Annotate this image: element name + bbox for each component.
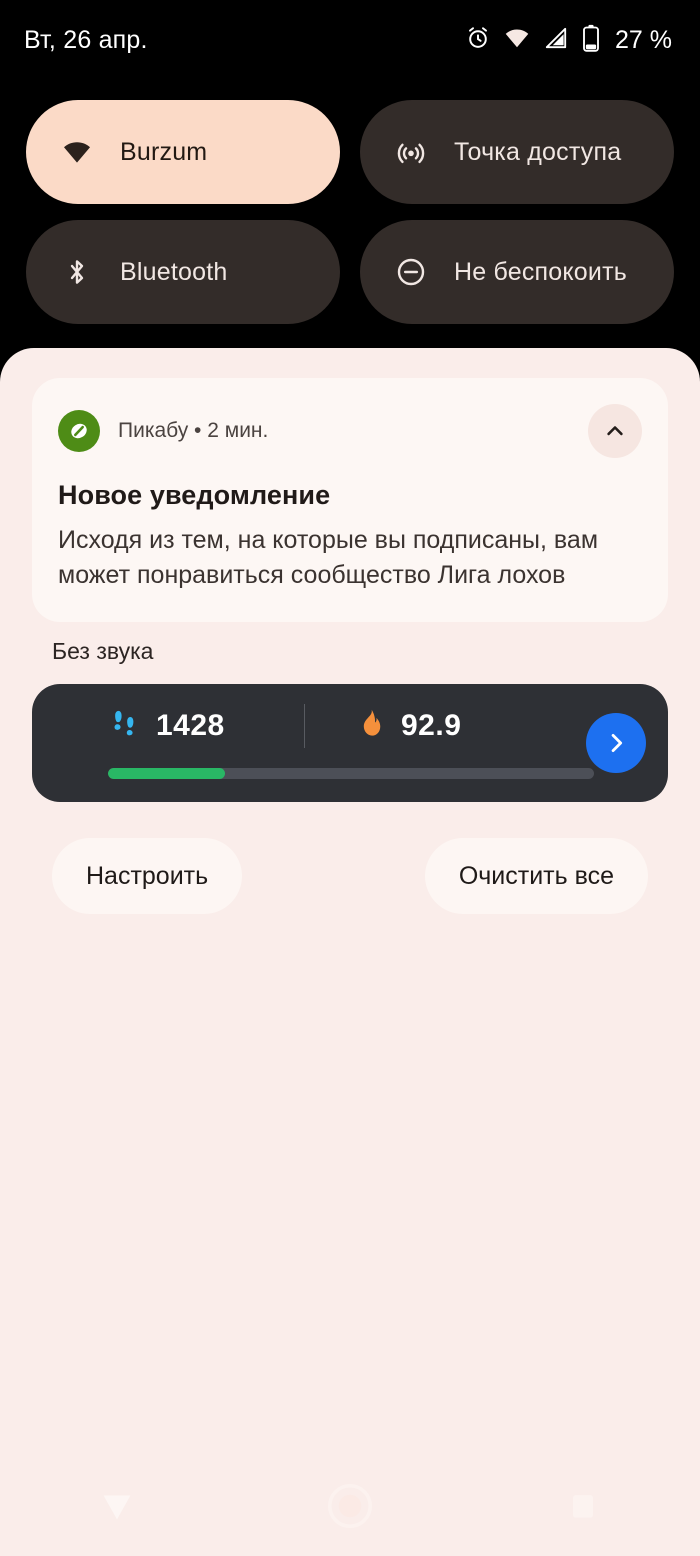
notification-body: Исходя из тем, на которые вы подписаны, … xyxy=(58,526,599,589)
notification-meta: Пикабу • 2 мин. xyxy=(118,419,269,442)
nav-back-button[interactable] xyxy=(72,1463,162,1553)
fitness-calories: 92.9 xyxy=(305,708,461,745)
qs-tile-label: Точка доступа xyxy=(454,137,622,166)
hotspot-icon xyxy=(394,135,428,169)
home-circle-icon xyxy=(323,1479,377,1538)
status-date: Вт, 26 апр. xyxy=(24,25,148,54)
notification-shade: Пикабу • 2 мин. Новое уведомление Исходя… xyxy=(0,348,700,1556)
qs-tile-hotspot[interactable]: Точка доступа xyxy=(360,100,674,204)
status-bar: Вт, 26 апр. 27 % xyxy=(0,0,700,80)
quick-settings-grid: Burzum Точка доступа Bluetooth Не беспок… xyxy=(0,100,700,324)
qs-tile-label: Burzum xyxy=(120,137,208,166)
silent-section-label: Без звука xyxy=(52,638,154,664)
fitness-open-button[interactable] xyxy=(586,713,646,773)
wifi-icon xyxy=(60,135,94,169)
nav-recents-button[interactable] xyxy=(538,1463,628,1553)
recents-square-icon xyxy=(563,1486,603,1531)
notification-collapse-button[interactable] xyxy=(588,404,642,458)
flame-icon xyxy=(357,708,385,745)
footsteps-icon xyxy=(110,707,140,746)
fitness-steps: 1428 xyxy=(54,707,304,746)
fitness-stats-row: 1428 92.9 xyxy=(54,684,646,762)
fitness-calories-value: 92.9 xyxy=(401,709,462,742)
qs-tile-bluetooth[interactable]: Bluetooth xyxy=(26,220,340,324)
fitness-progress-bar xyxy=(108,768,594,779)
manage-notifications-button[interactable]: Настроить xyxy=(52,838,243,914)
back-triangle-icon xyxy=(94,1483,140,1534)
qs-tile-wifi[interactable]: Burzum xyxy=(26,100,340,204)
notification-card[interactable]: Пикабу • 2 мин. Новое уведомление Исходя… xyxy=(32,378,668,622)
fitness-progress-fill xyxy=(108,768,225,779)
wifi-icon xyxy=(503,25,531,56)
fitness-steps-value: 1428 xyxy=(156,709,225,742)
notification-title: Новое уведомление xyxy=(58,480,331,510)
bluetooth-icon xyxy=(60,255,94,289)
navigation-bar xyxy=(0,1460,700,1556)
fitness-widget[interactable]: 1428 92.9 xyxy=(32,684,668,802)
notification-header: Пикабу • 2 мин. xyxy=(58,404,642,458)
alarm-icon xyxy=(465,25,491,56)
qs-tile-do-not-disturb[interactable]: Не беспокоить xyxy=(360,220,674,324)
status-icon-group: 27 % xyxy=(465,24,672,57)
qs-tile-label: Не беспокоить xyxy=(454,257,627,286)
qs-tile-label: Bluetooth xyxy=(120,257,228,286)
do-not-disturb-icon xyxy=(394,255,428,289)
cell-signal-icon xyxy=(543,25,569,56)
pikabu-logo-icon xyxy=(58,410,100,452)
battery-icon xyxy=(581,24,601,57)
battery-percent-label: 27 % xyxy=(615,25,672,54)
clear-all-button[interactable]: Очистить все xyxy=(424,838,648,914)
phone-screen: Вт, 26 апр. 27 % Burzum Точка доступа Bl… xyxy=(0,0,700,1556)
nav-home-button[interactable] xyxy=(305,1463,395,1553)
notification-actions: Настроить Очистить все xyxy=(0,838,700,914)
